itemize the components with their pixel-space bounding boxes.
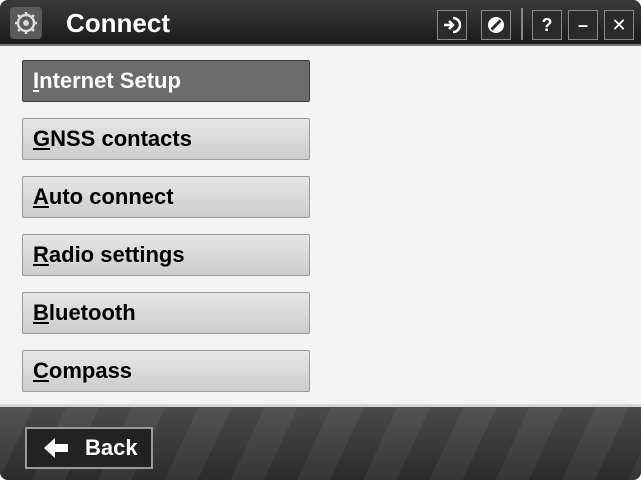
button-label: NSS contacts xyxy=(50,126,192,151)
accelerator-key: B xyxy=(33,300,49,325)
title-separator xyxy=(521,8,523,40)
bluetooth-button[interactable]: Bluetooth xyxy=(22,292,310,334)
radio-settings-button[interactable]: Radio settings xyxy=(22,234,310,276)
back-label: Back xyxy=(85,435,138,460)
connect-window: Connect ? – ✕ Internet Setup GNSS contac… xyxy=(0,0,641,480)
auto-connect-button[interactable]: Auto connect xyxy=(22,176,310,218)
button-label: luetooth xyxy=(48,300,136,325)
button-label: nternet Setup xyxy=(39,68,181,93)
accelerator-key: C xyxy=(33,358,49,383)
button-label: uto connect xyxy=(48,184,174,209)
minimize-button[interactable]: – xyxy=(568,10,598,40)
accelerator-key: G xyxy=(33,126,51,151)
help-button[interactable]: ? xyxy=(532,10,562,40)
title-bar: Connect ? – ✕ xyxy=(0,0,641,46)
footer-bar: Back xyxy=(0,404,641,480)
content-area: Internet Setup GNSS contacts Auto connec… xyxy=(0,46,641,404)
close-button[interactable]: ✕ xyxy=(604,10,634,40)
accelerator-key: R xyxy=(33,242,49,267)
accelerator-key: A xyxy=(33,184,49,209)
back-button[interactable]: Back xyxy=(25,427,153,469)
login-icon[interactable] xyxy=(437,10,467,40)
button-label: ompass xyxy=(48,358,133,383)
gnss-contacts-button[interactable]: GNSS contacts xyxy=(22,118,310,160)
gear-satellite-icon[interactable] xyxy=(10,7,42,39)
window-title: Connect xyxy=(66,8,170,38)
no-entry-icon[interactable] xyxy=(481,10,511,40)
compass-button[interactable]: Compass xyxy=(22,350,310,392)
arrow-left-icon xyxy=(44,438,68,458)
internet-setup-button[interactable]: Internet Setup xyxy=(22,60,310,102)
button-label: adio settings xyxy=(48,242,185,267)
